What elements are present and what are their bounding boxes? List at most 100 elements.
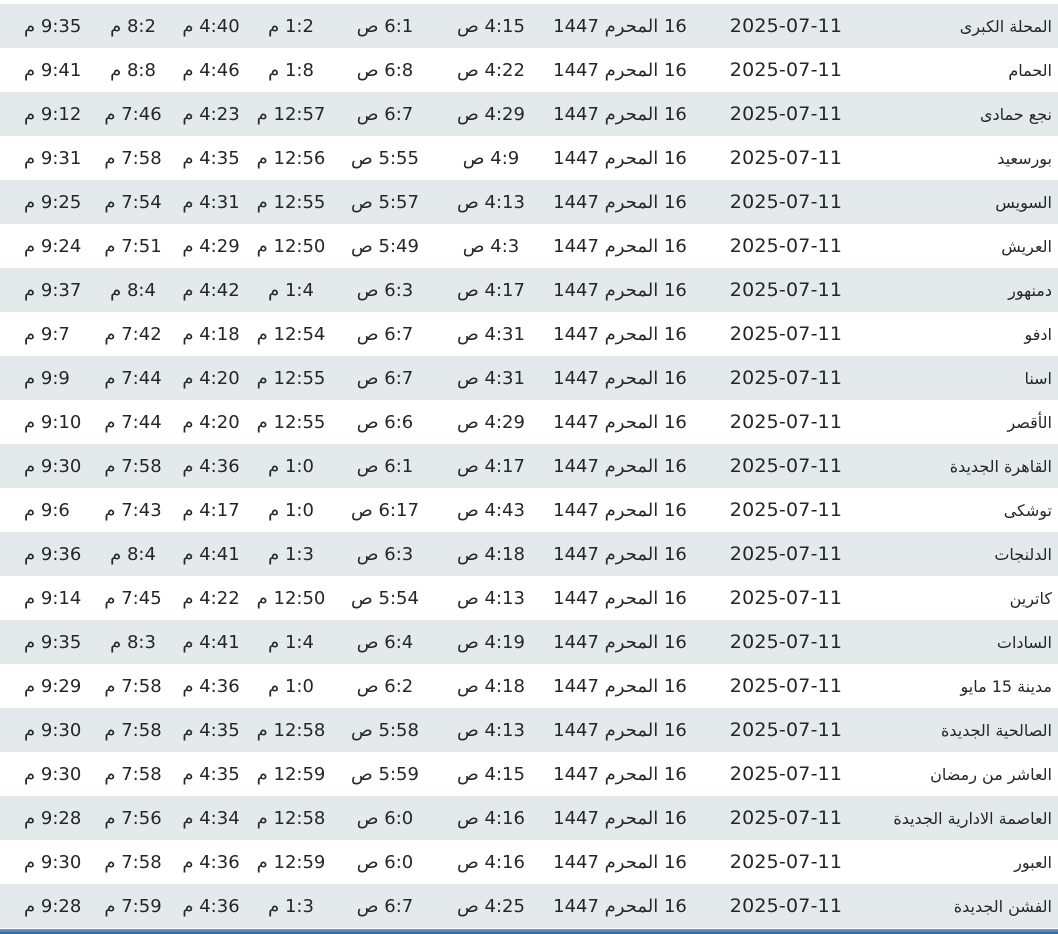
asr-time: 4:31 م	[182, 191, 240, 213]
prayer-times-table: المحلة الكبرى 2025-07-11 16 المحرم 1447 4:1…	[0, 4, 1058, 928]
gregorian-date: 2025-07-11	[729, 675, 843, 697]
table-row: السادات 2025-07-11 16 المحرم 1447 4:19 ص 6:4…	[0, 620, 1058, 664]
hijri-date: 16 المحرم 1447	[553, 587, 687, 609]
hijri-date: 16 المحرم 1447	[553, 675, 687, 697]
hijri-date: 16 المحرم 1447	[553, 851, 687, 873]
table-row: السويس 2025-07-11 16 المحرم 1447 4:13 ص 5:57…	[0, 180, 1058, 224]
table-row: مدينة 15 مايو 2025-07-11 16 المحرم 1447 4:1…	[0, 664, 1058, 708]
maghrib-time: 8:4 م	[110, 279, 156, 301]
hijri-date: 16 المحرم 1447	[553, 631, 687, 653]
city-name: ادفو	[1024, 324, 1052, 344]
fajr-time: 4:19 ص	[457, 631, 525, 653]
city-name: بورسعيد	[997, 148, 1052, 168]
hijri-date: 16 المحرم 1447	[553, 191, 687, 213]
sunrise-time: 6:0 ص	[356, 851, 414, 873]
maghrib-time: 7:46 م	[104, 103, 162, 125]
city-name: مدينة 15 مايو	[960, 676, 1052, 696]
isha-time: 9:9 م	[24, 367, 70, 389]
dhuhr-time: 1:0 م	[268, 499, 314, 521]
gregorian-date: 2025-07-11	[729, 103, 843, 125]
sunrise-time: 6:7 ص	[356, 103, 414, 125]
city-name: دمنهور	[1008, 280, 1052, 300]
asr-time: 4:35 م	[182, 147, 240, 169]
dhuhr-time: 1:8 م	[268, 59, 314, 81]
dhuhr-time: 1:3 م	[268, 895, 314, 917]
city-name: العاشر من رمضان	[930, 764, 1052, 784]
table-row: دمنهور 2025-07-11 16 المحرم 1447 4:17 ص 6:3 …	[0, 268, 1058, 312]
maghrib-time: 7:43 م	[104, 499, 162, 521]
asr-time: 4:42 م	[182, 279, 240, 301]
asr-time: 4:20 م	[182, 367, 240, 389]
asr-time: 4:18 م	[182, 323, 240, 345]
hijri-date: 16 المحرم 1447	[553, 411, 687, 433]
isha-time: 9:14 م	[24, 587, 82, 609]
maghrib-time: 7:54 م	[104, 191, 162, 213]
table-row: المحلة الكبرى 2025-07-11 16 المحرم 1447 4:1…	[0, 4, 1058, 48]
isha-time: 9:7 م	[24, 323, 70, 345]
maghrib-time: 7:58 م	[104, 719, 162, 741]
fajr-time: 4:16 ص	[457, 807, 525, 829]
fajr-time: 4:29 ص	[457, 103, 525, 125]
asr-time: 4:36 م	[182, 455, 240, 477]
maghrib-time: 7:44 م	[104, 411, 162, 433]
sunrise-time: 5:59 ص	[351, 763, 419, 785]
sunrise-time: 6:3 ص	[356, 279, 414, 301]
sunrise-time: 6:7 ص	[356, 323, 414, 345]
isha-time: 9:25 م	[24, 191, 82, 213]
fajr-time: 4:31 ص	[457, 323, 525, 345]
dhuhr-time: 1:4 م	[268, 631, 314, 653]
dhuhr-time: 12:59 م	[256, 851, 326, 873]
gregorian-date: 2025-07-11	[729, 15, 843, 37]
gregorian-date: 2025-07-11	[729, 499, 843, 521]
hijri-date: 16 المحرم 1447	[553, 15, 687, 37]
table-row: العاصمة الادارية الجديدة 2025-07-11 16 الم…	[0, 796, 1058, 840]
maghrib-time: 7:58 م	[104, 455, 162, 477]
asr-time: 4:29 م	[182, 235, 240, 257]
gregorian-date: 2025-07-11	[729, 895, 843, 917]
isha-time: 9:28 م	[24, 895, 82, 917]
table-row: العبور 2025-07-11 16 المحرم 1447 4:16 ص 6:0 …	[0, 840, 1058, 884]
maghrib-time: 8:2 م	[110, 15, 156, 37]
city-name: السادات	[996, 632, 1052, 652]
gregorian-date: 2025-07-11	[729, 631, 843, 653]
fajr-time: 4:13 ص	[457, 191, 525, 213]
sunrise-time: 6:7 ص	[356, 895, 414, 917]
table-row: الصالحية الجديدة 2025-07-11 16 المحرم 1447…	[0, 708, 1058, 752]
isha-time: 9:31 م	[24, 147, 82, 169]
asr-time: 4:20 م	[182, 411, 240, 433]
hijri-date: 16 المحرم 1447	[553, 895, 687, 917]
gregorian-date: 2025-07-11	[729, 411, 843, 433]
sunrise-time: 5:49 ص	[351, 235, 419, 257]
hijri-date: 16 المحرم 1447	[553, 543, 687, 565]
isha-time: 9:24 م	[24, 235, 82, 257]
gregorian-date: 2025-07-11	[729, 235, 843, 257]
table-row: الفشن الجديدة 2025-07-11 16 المحرم 1447 4:2…	[0, 884, 1058, 928]
table-row: نجع حمادى 2025-07-11 16 المحرم 1447 4:29 ص 6…	[0, 92, 1058, 136]
fajr-time: 4:29 ص	[457, 411, 525, 433]
isha-time: 9:28 م	[24, 807, 82, 829]
sunrise-time: 5:55 ص	[351, 147, 419, 169]
fajr-time: 4:43 ص	[457, 499, 525, 521]
maghrib-time: 7:58 م	[104, 763, 162, 785]
asr-time: 4:40 م	[182, 15, 240, 37]
maghrib-time: 7:42 م	[104, 323, 162, 345]
isha-time: 9:10 م	[24, 411, 82, 433]
hijri-date: 16 المحرم 1447	[553, 147, 687, 169]
city-name: توشكى	[1003, 500, 1052, 520]
city-name: السويس	[995, 192, 1052, 212]
gregorian-date: 2025-07-11	[729, 851, 843, 873]
hijri-date: 16 المحرم 1447	[553, 719, 687, 741]
hijri-date: 16 المحرم 1447	[553, 367, 687, 389]
fajr-time: 4:3 ص	[462, 235, 520, 257]
table-row: توشكى 2025-07-11 16 المحرم 1447 4:43 ص 6:17 …	[0, 488, 1058, 532]
asr-time: 4:17 م	[182, 499, 240, 521]
isha-time: 9:36 م	[24, 543, 82, 565]
dhuhr-time: 12:50 م	[256, 587, 326, 609]
gregorian-date: 2025-07-11	[729, 763, 843, 785]
sunrise-time: 6:7 ص	[356, 367, 414, 389]
gregorian-date: 2025-07-11	[729, 147, 843, 169]
isha-time: 9:30 م	[24, 851, 82, 873]
gregorian-date: 2025-07-11	[729, 367, 843, 389]
dhuhr-time: 12:58 م	[256, 719, 326, 741]
asr-time: 4:36 م	[182, 851, 240, 873]
